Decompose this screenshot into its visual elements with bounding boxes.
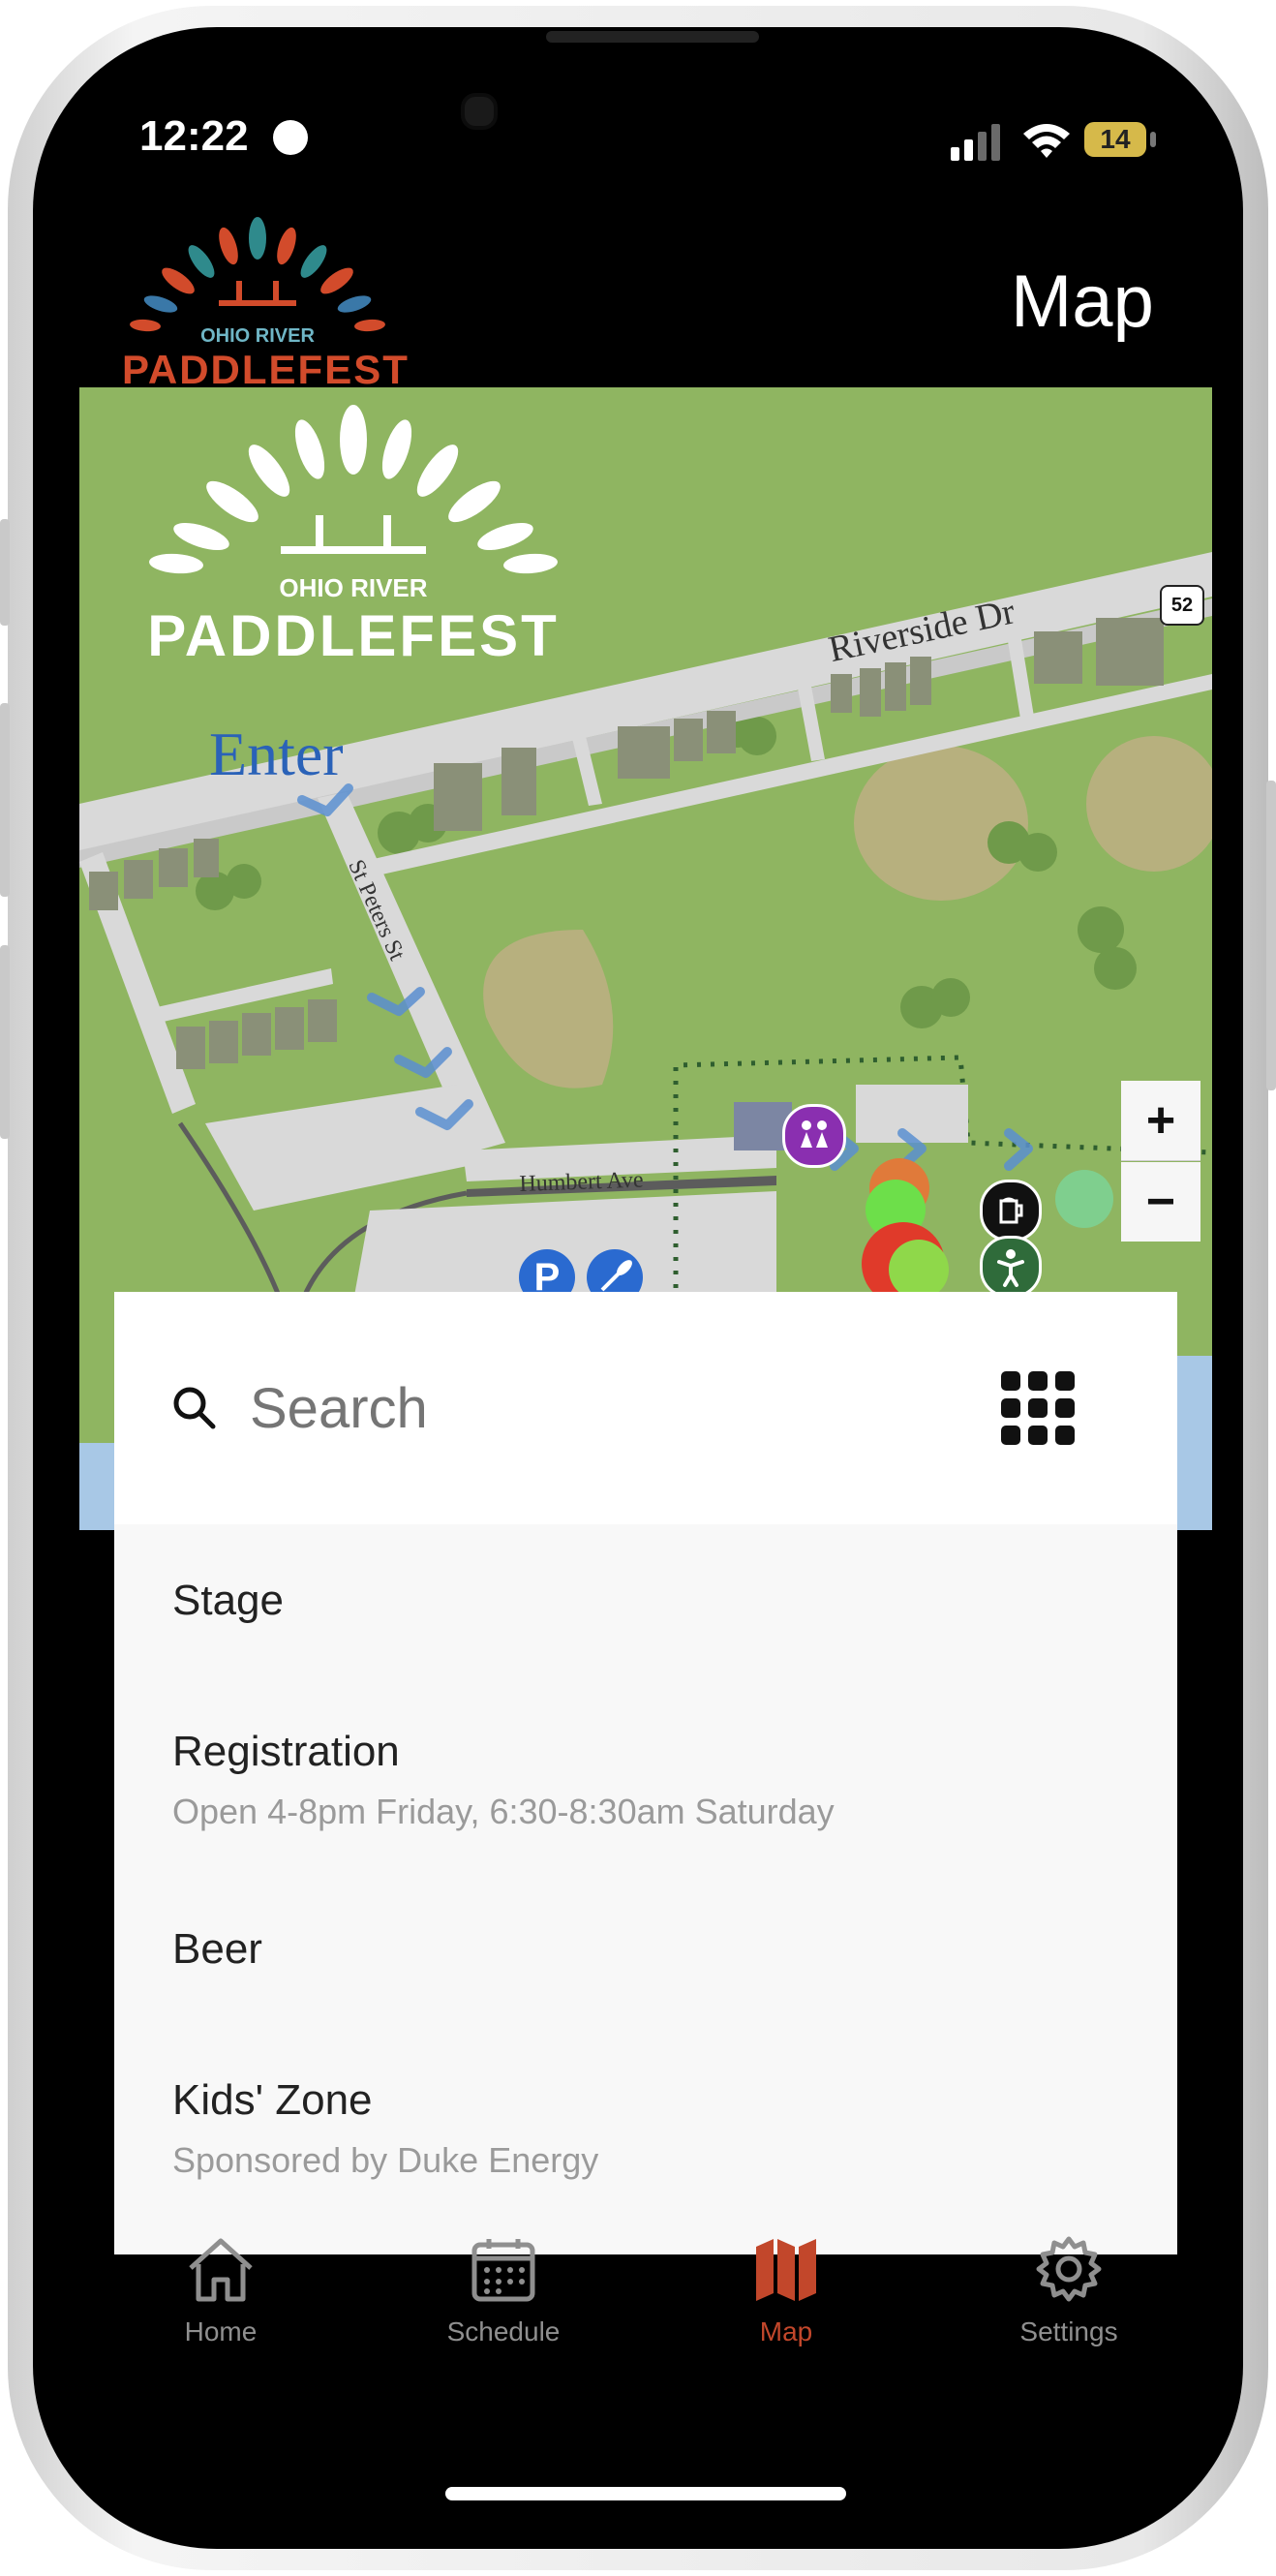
map-logo-subtitle: OHIO RIVER xyxy=(279,573,428,602)
page-title: Map xyxy=(1011,261,1154,343)
list-item-title: Registration xyxy=(172,1728,400,1775)
list-item-subtitle: Open 4-8pm Friday, 6:30-8:30am Saturday xyxy=(172,1792,835,1831)
tab-home[interactable]: Home xyxy=(124,2235,318,2347)
map-road-humbert: Humbert Ave xyxy=(519,1167,645,1197)
speaker-grille xyxy=(546,31,759,43)
recording-dot xyxy=(273,120,308,155)
tab-map[interactable]: Map xyxy=(689,2235,883,2347)
screen: 12:22 14 OHIO RIVER PADDLEFEST Map OHIO … xyxy=(33,27,1243,2549)
info-marker-icon[interactable] xyxy=(1055,1170,1113,1228)
tab-settings[interactable]: Settings xyxy=(972,2235,1166,2347)
map-icon xyxy=(756,2239,816,2301)
mute-switch xyxy=(0,519,10,626)
status-time: 12:22 xyxy=(139,112,249,160)
map-enter-label: Enter xyxy=(209,720,344,788)
signal-icon xyxy=(951,124,1000,161)
restroom-icon xyxy=(801,1120,828,1148)
map-logo-burst-icon xyxy=(149,405,558,574)
list-item-registration[interactable]: Registration Open 4-8pm Friday, 6:30-8:3… xyxy=(172,1728,835,1832)
vendor-marker-icon[interactable] xyxy=(889,1240,949,1300)
tab-label: Map xyxy=(759,2316,813,2346)
grid-icon[interactable] xyxy=(999,1369,1077,1447)
paddlefest-logo[interactable]: OHIO RIVER PADDLEFEST xyxy=(122,217,410,392)
phone-frame: 12:22 14 OHIO RIVER PADDLEFEST Map OHIO … xyxy=(0,6,1276,2570)
locations-panel: Stage Registration Open 4-8pm Friday, 6:… xyxy=(114,1292,1177,2254)
volume-down-button xyxy=(0,945,10,1139)
gear-icon xyxy=(1036,2236,1102,2302)
tab-label: Schedule xyxy=(446,2316,561,2346)
kids-zone-marker-icon[interactable] xyxy=(980,1236,1042,1298)
logo-subtitle: OHIO RIVER xyxy=(200,325,315,347)
list-item-kids-zone[interactable]: Kids' Zone Sponsored by Duke Energy xyxy=(172,2076,598,2181)
battery-tip xyxy=(1150,132,1156,147)
list-item-subtitle: Sponsored by Duke Energy xyxy=(172,2140,599,2180)
front-camera xyxy=(461,93,498,130)
zoom-out-button[interactable]: − xyxy=(1121,1162,1200,1242)
beer-marker-icon[interactable] xyxy=(980,1180,1042,1242)
child-icon xyxy=(997,1249,1024,1287)
list-item-title: Kids' Zone xyxy=(172,2076,373,2124)
tab-schedule[interactable]: Schedule xyxy=(407,2235,600,2347)
zoom-in-button[interactable]: + xyxy=(1121,1081,1200,1161)
battery-level: 14 xyxy=(1100,124,1131,154)
search-input[interactable] xyxy=(248,1374,929,1442)
list-item-beer[interactable]: Beer xyxy=(172,1925,262,1974)
logo-title: PADDLEFEST xyxy=(122,347,410,392)
calendar-icon xyxy=(471,2239,535,2302)
list-item-stage[interactable]: Stage xyxy=(172,1577,284,1625)
search-icon xyxy=(173,1387,216,1429)
tab-label: Home xyxy=(184,2316,258,2346)
tab-label: Settings xyxy=(1019,2316,1118,2346)
restroom-marker-icon[interactable] xyxy=(782,1104,846,1168)
route-shield-icon: 52 xyxy=(1160,585,1204,626)
list-item-title: Stage xyxy=(172,1577,284,1624)
list-item-title: Beer xyxy=(172,1925,262,1973)
power-button xyxy=(1266,781,1276,1090)
volume-up-button xyxy=(0,703,10,897)
logo-burst-icon xyxy=(130,217,385,332)
home-indicator[interactable] xyxy=(445,2487,846,2500)
beer-mug-icon xyxy=(999,1197,1023,1224)
battery-icon: 14 xyxy=(1084,122,1146,157)
locations-list: Stage Registration Open 4-8pm Friday, 6:… xyxy=(114,1524,1177,2254)
tab-bar: Home Schedule Map Settings xyxy=(33,2235,1243,2429)
map-logo-title: PADDLEFEST xyxy=(147,603,560,668)
search-bar[interactable] xyxy=(114,1292,1177,1524)
wifi-icon xyxy=(1023,124,1070,158)
home-icon xyxy=(189,2238,253,2302)
map-logo: OHIO RIVER PADDLEFEST xyxy=(126,401,581,672)
